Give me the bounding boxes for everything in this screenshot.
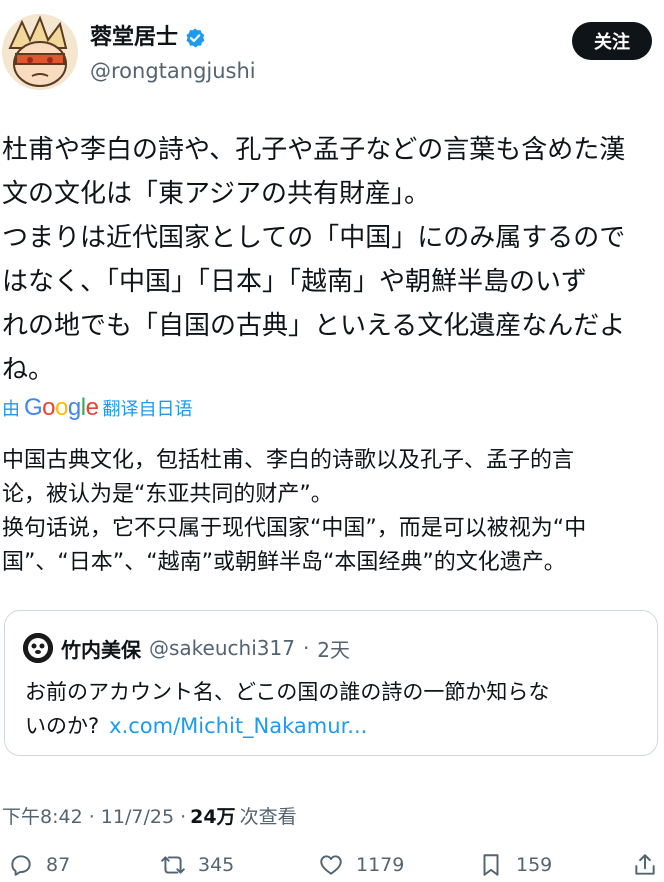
repost-count: 345 xyxy=(198,854,235,876)
share-button[interactable] xyxy=(632,852,658,878)
quoted-tweet-link[interactable]: x.com/Michit_Nakamur... xyxy=(109,714,367,738)
view-label: 次查看 xyxy=(239,806,297,828)
author-avatar[interactable] xyxy=(2,14,78,90)
translated-text: 中国古典文化，包括杜甫、李白的诗歌以及孔子、孟子的言 论，被认为是“东亚共同的财… xyxy=(2,448,587,575)
quoted-tweet-card[interactable]: 竹内美保 @sakeuchi317 · 2天 お前のアカウント名、どこの国の誰の… xyxy=(4,610,658,756)
translate-attribution[interactable]: 由 Google 翻译自日语 xyxy=(2,394,192,422)
bookmark-icon xyxy=(478,852,504,878)
like-button[interactable]: 1179 xyxy=(318,852,404,878)
reply-button[interactable]: 87 xyxy=(8,852,70,878)
bookmark-button[interactable]: 159 xyxy=(478,852,552,878)
tweet-timestamp[interactable]: 下午8:42 · 11/7/25 · xyxy=(2,802,186,829)
bookmark-count: 159 xyxy=(516,854,553,876)
verified-badge-icon xyxy=(184,27,206,49)
heart-icon xyxy=(318,852,344,878)
repost-icon xyxy=(160,852,186,878)
quoted-author-handle[interactable]: @sakeuchi317 xyxy=(149,636,295,660)
follow-button[interactable]: 关注 xyxy=(572,22,652,60)
tweet-header: 蓉堂居士 @rongtangjushi 关注 xyxy=(0,0,664,100)
translate-prefix: 由 xyxy=(2,399,20,420)
author-name-row[interactable]: 蓉堂居士 xyxy=(90,24,206,52)
quoted-author-avatar[interactable] xyxy=(23,633,53,663)
quoted-tweet-text: お前のアカウント名、どこの国の誰の詩の一節か知らな いのか? x.com/Mich… xyxy=(25,675,645,743)
google-logo: Google xyxy=(24,394,99,421)
avatar-illustration-icon xyxy=(2,14,78,90)
quoted-tweet-header: 竹内美保 @sakeuchi317 · 2天 xyxy=(23,633,350,663)
author-display-name[interactable]: 蓉堂居士 xyxy=(90,24,178,52)
like-count: 1179 xyxy=(356,854,405,876)
reply-count: 87 xyxy=(46,854,71,876)
quoted-author-name[interactable]: 竹内美保 xyxy=(61,634,141,663)
quoted-separator: · xyxy=(302,636,310,660)
view-count: 24万 xyxy=(190,806,236,828)
author-handle[interactable]: @rongtangjushi xyxy=(90,58,256,84)
tweet-action-bar: 87 345 1179 159 xyxy=(0,852,664,882)
reply-icon xyxy=(8,852,34,878)
quoted-timestamp[interactable]: 2天 xyxy=(317,634,350,663)
tweet-meta: 下午8:42 · 11/7/25 · 24万 次查看 xyxy=(2,802,297,829)
tweet-text: 杜甫や李白の詩や、孔子や孟子などの言葉も含めた漢 文の文化は「東アジアの共有財産… xyxy=(2,135,626,385)
share-icon xyxy=(632,852,658,878)
translate-action-label[interactable]: 翻译自日语 xyxy=(102,395,192,421)
repost-button[interactable]: 345 xyxy=(160,852,234,878)
